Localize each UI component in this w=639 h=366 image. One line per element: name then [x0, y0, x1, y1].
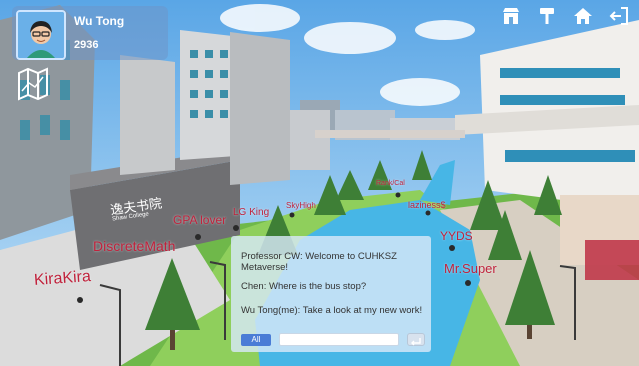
- player-label-mrsuper[interactable]: Mr.Super: [444, 261, 497, 276]
- player-label-yyds[interactable]: YYDS: [440, 229, 473, 243]
- avatar-icon: [18, 12, 64, 58]
- chat-channel-button[interactable]: All: [241, 334, 271, 346]
- player-card: Wu Tong 2936: [12, 6, 168, 60]
- brush-icon[interactable]: [537, 6, 557, 26]
- exit-icon[interactable]: [609, 6, 629, 26]
- player-label-skyhigh[interactable]: SkyHigh: [286, 201, 316, 210]
- player-label-rank[interactable]: Rank/Cal: [376, 180, 405, 187]
- chat-panel: Professor CW: Welcome to CUHKSZ Metavers…: [231, 236, 431, 352]
- player-label-discretemath[interactable]: DiscreteMath: [93, 238, 175, 254]
- chat-message: Professor CW: Welcome to CUHKSZ Metavers…: [241, 251, 397, 273]
- chat-message: Wu Tong(me): Take a look at my new work!: [241, 305, 423, 316]
- player-label-lgking[interactable]: LG King: [233, 207, 269, 218]
- chat-input[interactable]: [279, 333, 399, 346]
- player-label-gpalover[interactable]: GPA lover: [173, 213, 226, 227]
- enter-icon: [411, 338, 421, 346]
- player-label-laziness[interactable]: laziness$: [408, 200, 446, 210]
- player-avatar[interactable]: [16, 10, 66, 60]
- send-button[interactable]: [407, 333, 425, 346]
- player-name: Wu Tong: [74, 14, 125, 28]
- shop-icon[interactable]: [501, 6, 521, 26]
- map-button[interactable]: [17, 67, 49, 101]
- map-icon: [18, 67, 48, 101]
- top-toolbar: [501, 6, 629, 26]
- player-coins: 2936: [74, 39, 99, 51]
- home-icon[interactable]: [573, 6, 593, 26]
- chat-message: Chen: Where is the bus stop?: [241, 281, 367, 292]
